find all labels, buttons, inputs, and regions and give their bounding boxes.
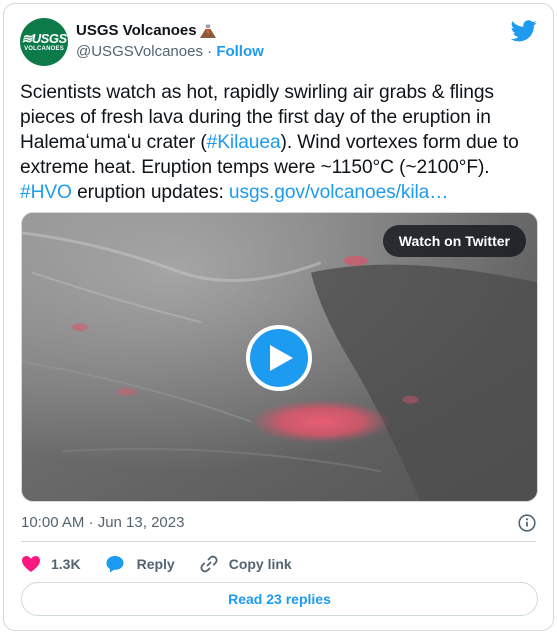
info-icon[interactable]	[518, 514, 536, 532]
tweet-card: ≋USGS VOLCANOES USGS Volcanoes @USGSVolc…	[3, 3, 554, 631]
copy-link-button[interactable]: Copy link	[199, 554, 292, 574]
watch-on-twitter-button[interactable]: Watch on Twitter	[382, 225, 526, 257]
timestamp-row: 10:00 AM · Jun 13, 2023	[21, 512, 536, 534]
avatar-logo-subtext: VOLCANOES	[24, 45, 64, 52]
handle-row: @USGSVolcanoes · Follow	[76, 42, 264, 62]
hashtag-kilauea-link[interactable]: #Kilauea	[207, 132, 281, 153]
reply-bubble-icon	[106, 556, 124, 573]
reply-label: Reply	[136, 556, 175, 572]
heart-icon	[22, 556, 40, 572]
volcano-emoji-icon	[199, 24, 216, 38]
play-icon	[270, 345, 293, 371]
author-block: USGS Volcanoes @USGSVolcanoes · Follow	[76, 21, 264, 62]
link-icon	[200, 555, 218, 573]
like-count: 1.3K	[51, 556, 81, 572]
timestamp[interactable]: 10:00 AM · Jun 13, 2023	[21, 514, 184, 531]
avatar-logo-text: ≋USGS	[21, 30, 67, 46]
handle[interactable]: @USGSVolcanoes	[76, 43, 203, 60]
divider	[21, 541, 536, 542]
tweet-text-part-3: eruption updates:	[71, 182, 229, 203]
avatar[interactable]: ≋USGS VOLCANOES	[20, 18, 68, 66]
like-button[interactable]: 1.3K	[21, 554, 81, 574]
read-replies-button[interactable]: Read 23 replies	[21, 582, 538, 616]
reply-button[interactable]: Reply	[105, 554, 175, 574]
hashtag-hvo-link[interactable]: #HVO	[20, 182, 72, 203]
separator-dot: ·	[207, 43, 213, 60]
video-media[interactable]: Watch on Twitter	[21, 212, 538, 502]
play-button[interactable]	[246, 325, 312, 391]
display-name[interactable]: USGS Volcanoes	[76, 21, 197, 41]
tweet-text: Scientists watch as hot, rapidly swirlin…	[20, 80, 542, 205]
copy-link-label: Copy link	[228, 556, 292, 572]
author-name-row[interactable]: USGS Volcanoes	[76, 21, 264, 41]
tweet-header: ≋USGS VOLCANOES USGS Volcanoes @USGSVolc…	[20, 18, 537, 68]
follow-button[interactable]: Follow	[216, 43, 264, 60]
action-bar: 1.3K Reply Copy link	[21, 552, 316, 576]
twitter-bird-icon[interactable]	[511, 20, 537, 42]
url-link[interactable]: usgs.gov/volcanoes/kila…	[229, 182, 449, 203]
